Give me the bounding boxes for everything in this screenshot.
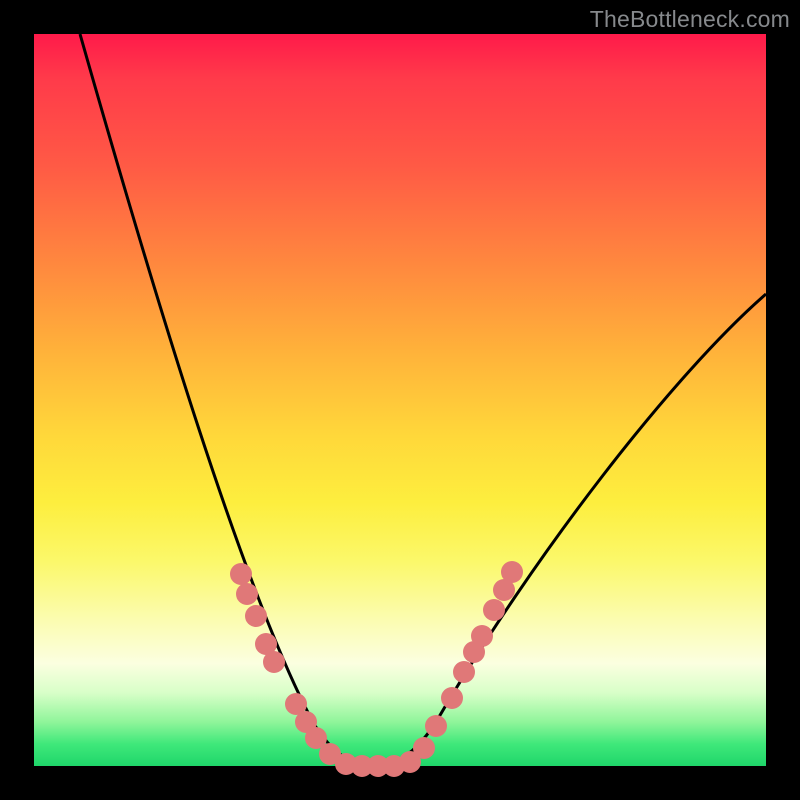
data-marker [501, 561, 523, 583]
curve-layer [34, 34, 766, 766]
data-marker [441, 687, 463, 709]
bottleneck-curve [80, 34, 766, 766]
data-marker [245, 605, 267, 627]
data-marker [236, 583, 258, 605]
data-marker [425, 715, 447, 737]
data-marker [483, 599, 505, 621]
data-marker [263, 651, 285, 673]
watermark-text: TheBottleneck.com [590, 6, 790, 33]
data-marker [471, 625, 493, 647]
data-marker [413, 737, 435, 759]
chart-frame: TheBottleneck.com [0, 0, 800, 800]
data-marker [453, 661, 475, 683]
data-marker [230, 563, 252, 585]
plot-area [34, 34, 766, 766]
